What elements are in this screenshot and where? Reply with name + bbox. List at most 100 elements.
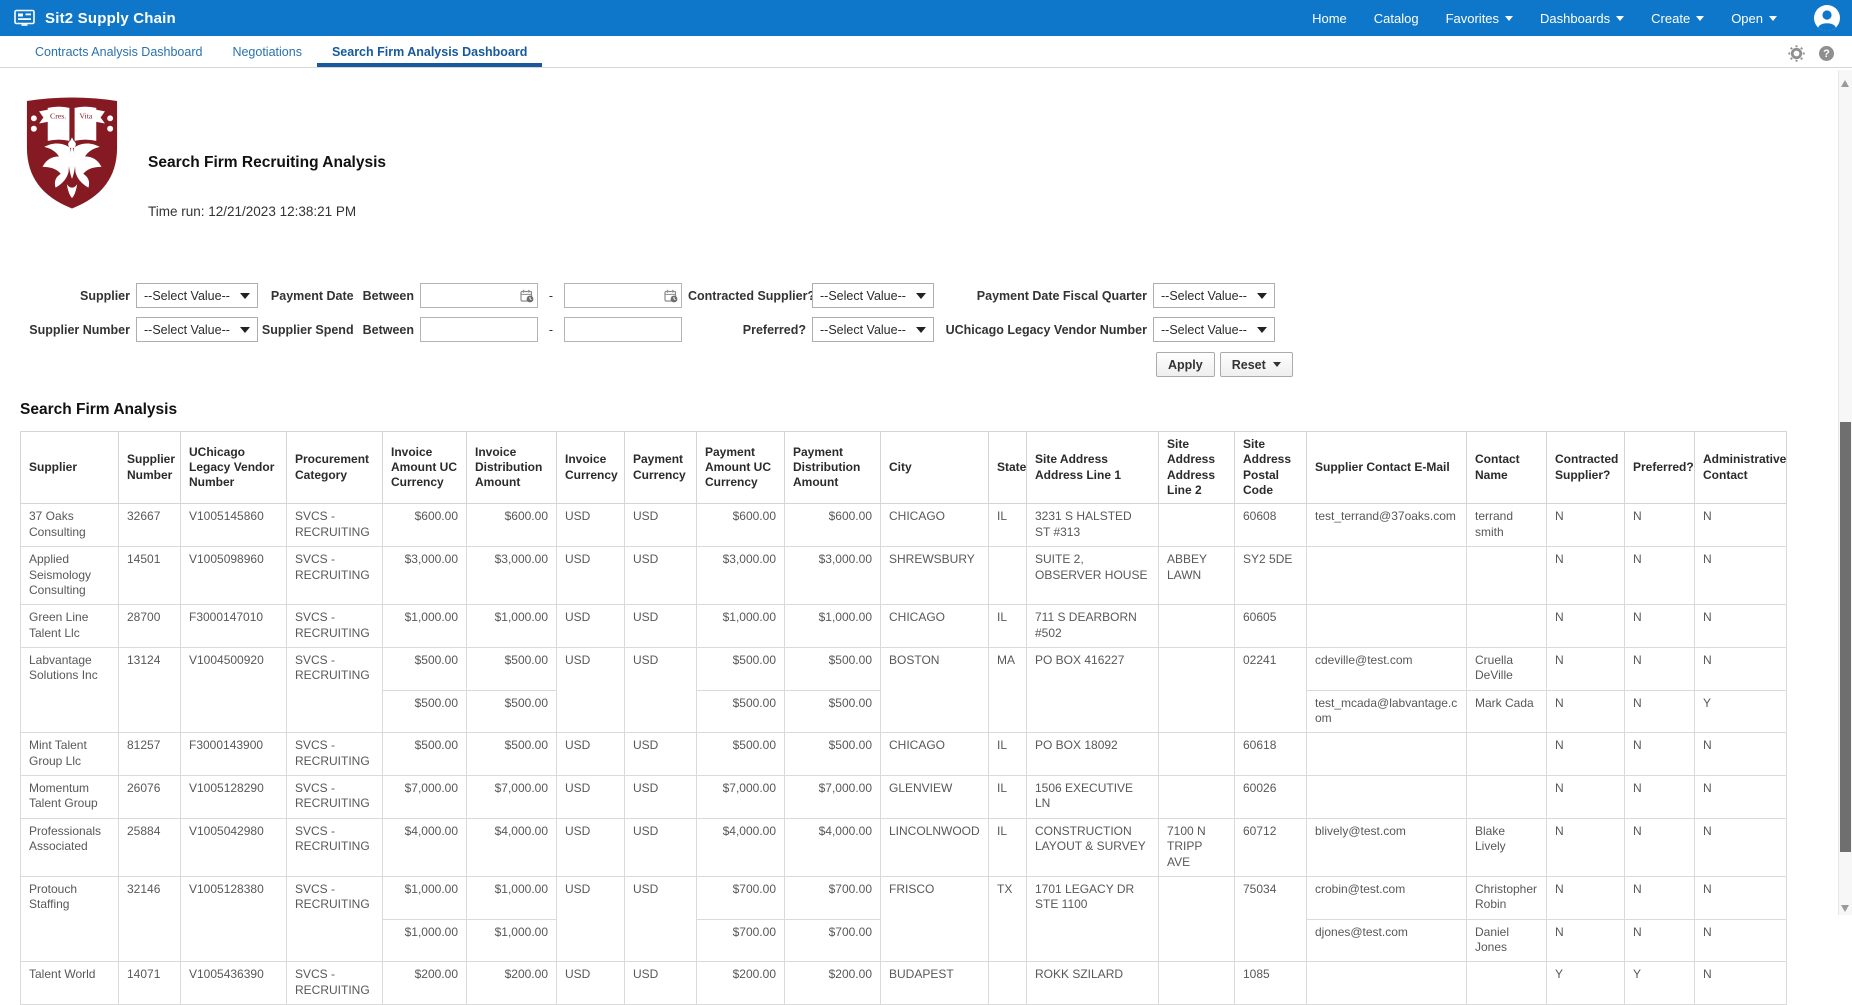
table-cell: V1004500920 (180, 646, 287, 734)
table-cell: Professionals Associated (20, 817, 119, 877)
table-cell: SVCS - RECRUITING (286, 646, 383, 734)
table-cell: USD (624, 732, 697, 777)
table-cell: $200.00 (784, 961, 881, 1005)
column-header[interactable]: Payment Amount UC Currency (696, 430, 785, 505)
column-header[interactable]: Invoice Currency (556, 430, 625, 505)
apply-button[interactable]: Apply (1156, 352, 1215, 377)
legacy-vendor-filter-label: UChicago Legacy Vendor Number (945, 322, 1147, 337)
contracted-supplier-filter-label: Contracted Supplier? (688, 288, 816, 303)
table-cell: $700.00 (784, 918, 881, 963)
supplier-select[interactable]: --Select Value-- (136, 283, 258, 308)
table-cell: ROKK SZILARD (1026, 961, 1159, 1005)
table-cell: SVCS - RECRUITING (286, 732, 383, 777)
table-cell: CONSTRUCTION LAYOUT & SURVEY (1026, 817, 1159, 877)
dashboard-content: Cres. Vita Search Firm Recruiting Analys… (0, 94, 1852, 1005)
column-header[interactable]: Procurement Category (286, 430, 383, 505)
scrollbar-up-arrow[interactable] (1841, 80, 1849, 87)
column-header[interactable]: Administrative Contact (1694, 430, 1787, 505)
reset-button[interactable]: Reset (1219, 352, 1293, 377)
table-cell: Green Line Talent Llc (20, 604, 119, 648)
legacy-vendor-select[interactable]: --Select Value-- (1153, 317, 1275, 342)
table-cell: djones@test.com (1306, 918, 1467, 963)
fiscal-quarter-select[interactable]: --Select Value-- (1153, 283, 1275, 308)
supplier-spend-to-input[interactable] (564, 317, 682, 342)
table-cell: N (1624, 546, 1695, 606)
table-cell: N (1624, 503, 1695, 548)
column-header[interactable]: City (880, 430, 989, 505)
column-header[interactable]: State (988, 430, 1027, 505)
column-header[interactable]: UChicago Legacy Vendor Number (180, 430, 287, 505)
table-cell: MA (988, 646, 1027, 734)
table-row: Momentum Talent Group 26076 V1005128290 SVC… (20, 775, 1787, 819)
scrollbar-down-arrow[interactable] (1841, 905, 1849, 912)
gear-icon[interactable] (1788, 45, 1805, 62)
table-cell: SVCS - RECRUITING (286, 875, 383, 963)
supplier-number-select[interactable]: --Select Value-- (136, 317, 258, 342)
chevron-down-icon (1272, 362, 1281, 367)
column-header[interactable]: Supplier Contact E-Mail (1306, 430, 1467, 505)
nav-dashboards[interactable]: Dashboards (1540, 11, 1625, 26)
table-cell (1466, 732, 1547, 777)
column-header[interactable]: Invoice Distribution Amount (466, 430, 557, 505)
table-cell: N (1694, 732, 1787, 777)
contracted-supplier-select[interactable]: --Select Value-- (812, 283, 934, 308)
table-cell: N (1624, 875, 1695, 920)
nav-catalog[interactable]: Catalog (1374, 11, 1419, 26)
column-header[interactable]: Payment Currency (624, 430, 697, 505)
column-header[interactable]: Invoice Amount UC Currency (382, 430, 467, 505)
table-cell: $200.00 (696, 961, 785, 1005)
nav-create[interactable]: Create (1651, 11, 1705, 26)
table-cell: SY2 5DE (1234, 546, 1307, 606)
column-header[interactable]: Site Address Postal Code (1234, 430, 1307, 505)
top-header-bar: Sit2 Supply Chain Home Catalog Favorites… (0, 0, 1852, 36)
nav-open[interactable]: Open (1731, 11, 1777, 26)
table-cell: TX (988, 875, 1027, 963)
calendar-icon[interactable] (520, 289, 534, 306)
table-row: 37 Oaks Consulting 32667 V1005145860 SVCS -… (20, 503, 1787, 548)
table-cell: $200.00 (382, 961, 467, 1005)
column-header[interactable]: Supplier Number (118, 430, 181, 505)
table-cell: F3000143900 (180, 732, 287, 777)
column-header[interactable]: Payment Distribution Amount (784, 430, 881, 505)
chevron-down-icon (1505, 15, 1514, 21)
table-cell: USD (556, 503, 625, 548)
dashboard-tab-bar: Contracts Analysis Dashboard Negotiation… (0, 36, 1852, 68)
table-cell: Mark Cada (1466, 689, 1547, 734)
supplier-spend-from-input[interactable] (420, 317, 538, 342)
supplier-number-filter-label: Supplier Number (29, 322, 130, 337)
table-cell: $4,000.00 (696, 817, 785, 877)
scrollbar-thumb[interactable] (1840, 422, 1851, 852)
table-cell: Y (1546, 961, 1625, 1005)
help-icon[interactable]: ? (1819, 46, 1834, 61)
range-dash: - (548, 322, 554, 337)
table-cell (1158, 775, 1235, 819)
table-cell: 14501 (118, 546, 181, 606)
table-cell: 60712 (1234, 817, 1307, 877)
table-cell: SVCS - RECRUITING (286, 817, 383, 877)
column-header[interactable]: Supplier (20, 430, 119, 505)
tab-contracts-analysis-dashboard[interactable]: Contracts Analysis Dashboard (20, 36, 217, 67)
nav-home[interactable]: Home (1312, 11, 1347, 26)
column-header[interactable]: Contracted Supplier? (1546, 430, 1625, 505)
payment-date-to-input[interactable] (564, 283, 682, 308)
tab-search-firm-analysis-dashboard[interactable]: Search Firm Analysis Dashboard (316, 36, 543, 67)
nav-favorites[interactable]: Favorites (1446, 11, 1514, 26)
column-header[interactable]: Site Address Address Line 2 (1158, 430, 1235, 505)
payment-date-from-input[interactable] (420, 283, 538, 308)
user-avatar-icon[interactable] (1814, 5, 1840, 32)
table-cell: SVCS - RECRUITING (286, 775, 383, 819)
preferred-select[interactable]: --Select Value-- (812, 317, 934, 342)
table-cell: USD (556, 546, 625, 606)
table-cell: $1,000.00 (696, 604, 785, 648)
tab-negotiations[interactable]: Negotiations (217, 36, 317, 67)
table-cell: Christopher Robin (1466, 875, 1547, 920)
calendar-icon[interactable] (664, 289, 678, 306)
column-header[interactable]: Contact Name (1466, 430, 1547, 505)
chevron-down-icon (909, 292, 933, 299)
table-cell: N (1694, 503, 1787, 548)
table-cell: BUDAPEST (880, 961, 989, 1005)
table-cell: $600.00 (466, 503, 557, 548)
table-cell: N (1546, 918, 1625, 963)
column-header[interactable]: Preferred? (1624, 430, 1695, 505)
column-header[interactable]: Site Address Address Line 1 (1026, 430, 1159, 505)
